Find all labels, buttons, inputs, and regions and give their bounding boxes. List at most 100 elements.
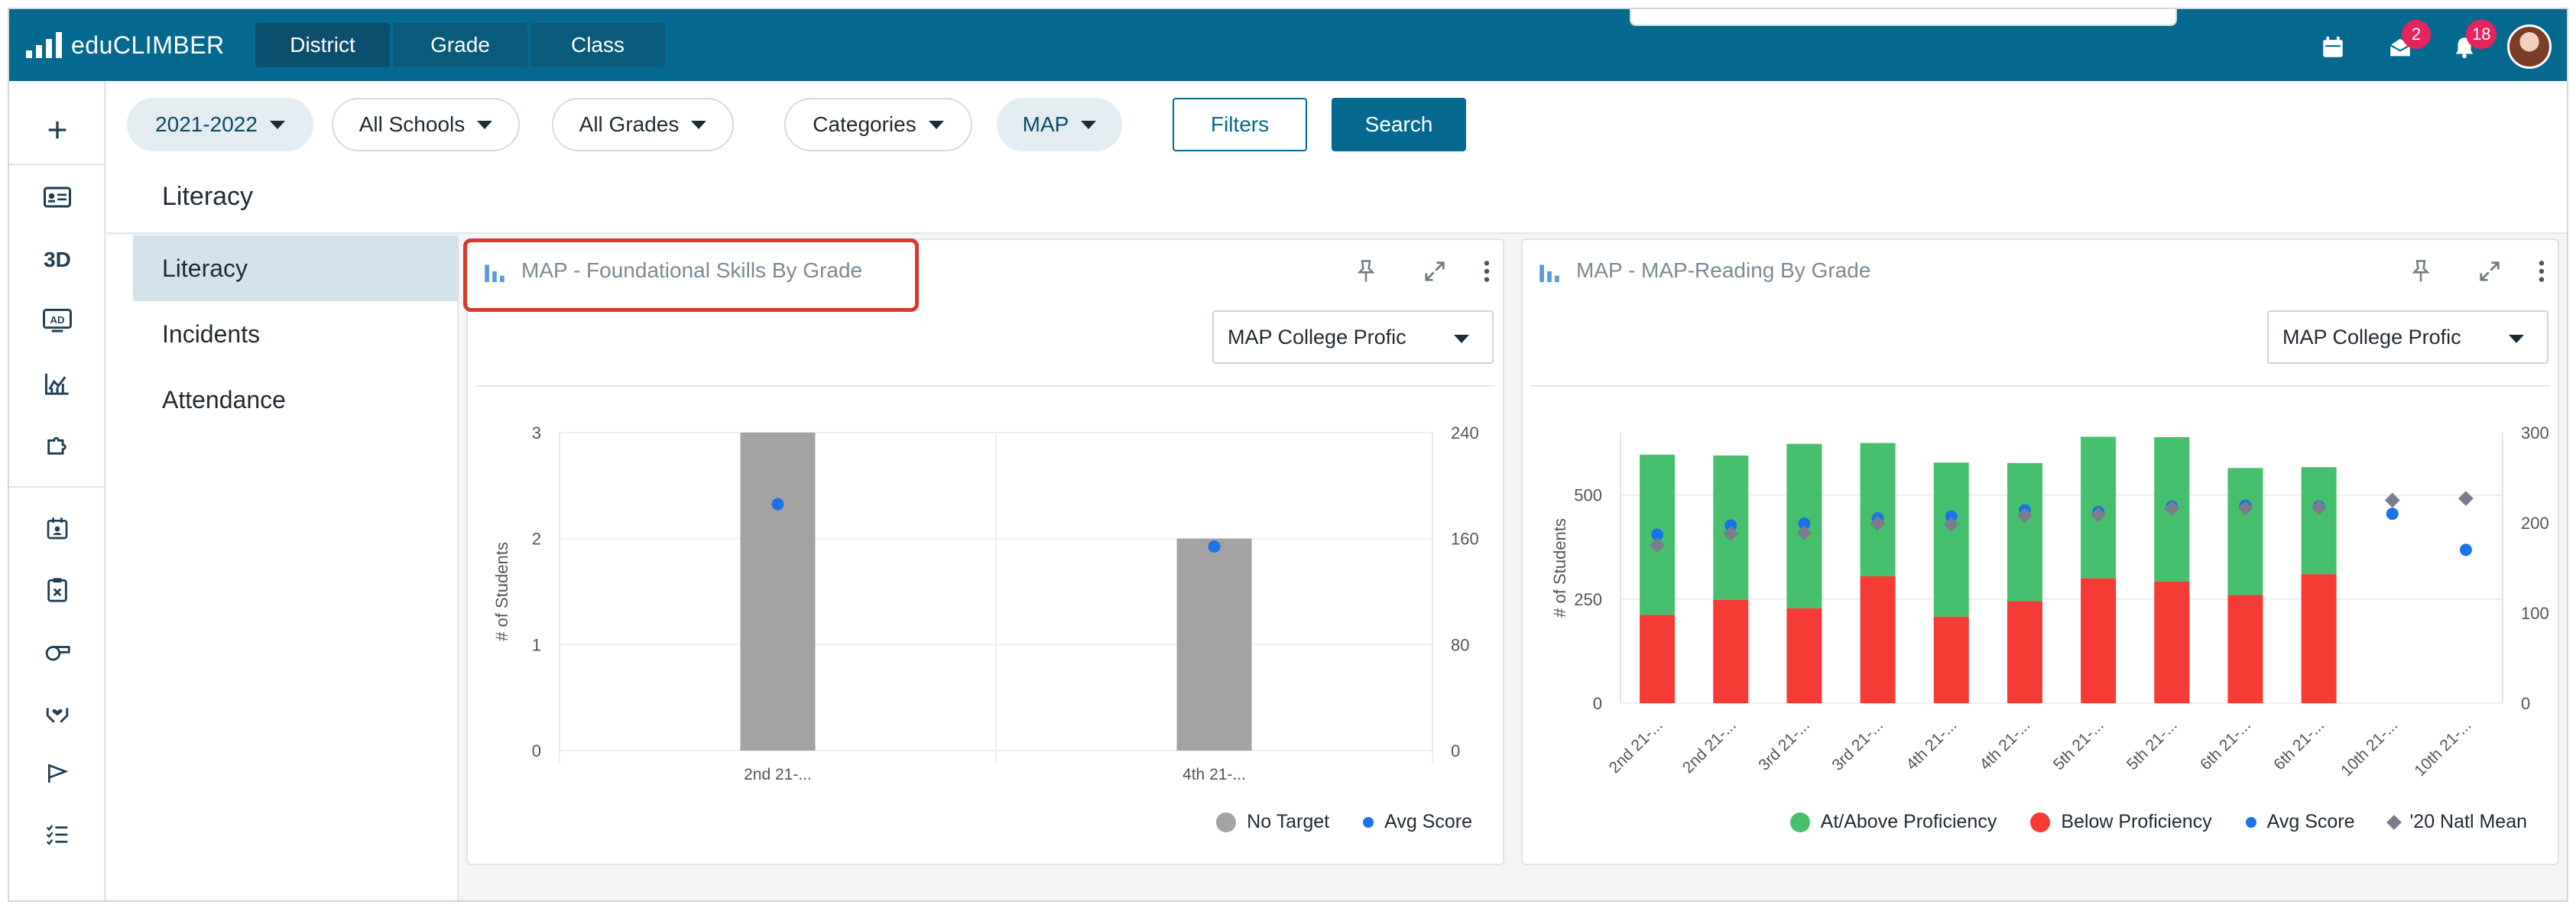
sidebar-item-incidents[interactable]: Incidents [133, 301, 459, 367]
year-select-value: 2021-2022 [155, 112, 258, 136]
level-tabs: District Grade Class [255, 23, 665, 67]
year-select[interactable]: 2021-2022 [127, 98, 313, 151]
flag-icon[interactable] [34, 755, 80, 792]
y-tick-label: 1 [532, 635, 541, 654]
bar [2227, 595, 2263, 703]
left-rail: 3D AD [9, 81, 105, 900]
expand-icon[interactable] [2474, 255, 2506, 287]
legend-swatch [1789, 812, 1810, 832]
y-tick-label: 2 [532, 530, 541, 549]
messages-icon[interactable]: 2 [2385, 20, 2431, 63]
user-avatar[interactable] [2507, 24, 2552, 69]
more-options-icon[interactable] [1471, 255, 1503, 287]
assessment-select[interactable]: MAP [997, 98, 1122, 151]
proficiency-select-value: MAP College Profic [1228, 325, 1406, 349]
x-tick-label: 4th 21-... [1183, 766, 1246, 783]
legend-label: Below Proficiency [2061, 811, 2212, 832]
rail-divider [9, 486, 105, 488]
logo-text: eduCLIMBER [71, 31, 225, 59]
id-card-icon[interactable] [34, 179, 80, 216]
legend-swatch [1216, 812, 1237, 832]
x-tick-label: 10th 21-... [2411, 716, 2474, 780]
filter-bar: 2021-2022 All Schools All Grades Categor… [107, 81, 2567, 153]
legend-item[interactable]: '20 Natl Mean [2386, 811, 2527, 833]
tab-class[interactable]: Class [530, 23, 665, 67]
proficiency-select[interactable]: MAP College Profic [2267, 310, 2548, 364]
x-tick-label: 6th 21-... [2197, 716, 2254, 773]
global-search-input[interactable] [1630, 9, 2177, 26]
x-tick-label: 5th 21-... [2123, 716, 2181, 773]
legend-swatch [2386, 814, 2402, 830]
messages-badge: 2 [2402, 20, 2431, 49]
legend-item[interactable]: Avg Score [2245, 811, 2355, 833]
assessment-select-value: MAP [1022, 112, 1069, 136]
chevron-down-icon [928, 120, 944, 129]
x-tick-label: 3rd 21-... [1828, 716, 1887, 774]
legend-item[interactable]: No Target [1216, 811, 1329, 833]
legend-label: Avg Score [1384, 811, 1472, 832]
whistle-icon[interactable] [34, 633, 80, 670]
bar [1640, 615, 1676, 703]
notifications-badge: 18 [2466, 20, 2497, 49]
chevron-down-icon [1081, 120, 1097, 129]
ad-icon[interactable]: AD [34, 303, 80, 339]
chart-panel-foundational-skills: MAP - Foundational Skills By Grade MAP C… [463, 238, 1504, 865]
y2-tick-label: 100 [2521, 604, 2549, 623]
y2-tick-label: 200 [2521, 514, 2549, 533]
grades-select[interactable]: All Grades [552, 98, 734, 151]
plus-icon[interactable] [34, 112, 80, 148]
avg-score-point [771, 498, 784, 511]
pin-icon[interactable] [2405, 255, 2437, 287]
svg-text:AD: AD [50, 314, 65, 326]
chevron-down-icon [1454, 335, 1469, 343]
bar [1860, 576, 1896, 703]
search-button[interactable]: Search [1332, 98, 1466, 151]
sidebar-item-attendance[interactable]: Attendance [133, 367, 459, 433]
notifications-icon[interactable]: 18 [2449, 20, 2497, 63]
schools-select-value: All Schools [358, 112, 466, 136]
calendar-user-icon[interactable] [34, 511, 80, 547]
tab-district[interactable]: District [255, 23, 390, 67]
filters-button[interactable]: Filters [1173, 98, 1307, 151]
clipboard-icon[interactable] [34, 572, 80, 608]
x-tick-label: 2nd 21-... [1606, 716, 1666, 777]
hands-heart-icon[interactable] [34, 694, 80, 731]
y2-tick-label: 300 [2521, 423, 2549, 443]
y-tick-label: 0 [532, 741, 541, 760]
schools-select[interactable]: All Schools [332, 98, 520, 151]
y-tick-label: 0 [1593, 694, 1602, 713]
legend-item[interactable]: At/Above Proficiency [1789, 811, 1997, 833]
bar-chart-icon [485, 264, 504, 283]
legend-swatch [1363, 816, 1374, 828]
proficiency-select[interactable]: MAP College Profic [1212, 310, 1494, 364]
legend-label: At/Above Proficiency [1820, 811, 1997, 832]
panel-header: MAP - MAP-Reading By Grade [1523, 240, 2558, 298]
legend-item[interactable]: Below Proficiency [2030, 811, 2212, 833]
sidebar-item-literacy[interactable]: Literacy [133, 235, 459, 301]
x-tick-label: 2nd 21-... [744, 766, 812, 783]
more-options-icon[interactable] [2526, 255, 2558, 287]
rail-divider [9, 164, 105, 165]
bar [2301, 574, 2337, 703]
expand-icon[interactable] [1419, 255, 1451, 287]
avg-score-point [1208, 540, 1221, 553]
3d-nav-item[interactable]: 3D [34, 242, 80, 278]
logo-bars-icon [26, 32, 62, 58]
pin-icon[interactable] [1350, 255, 1382, 287]
y-tick-label: 500 [1574, 486, 1602, 505]
checklist-icon[interactable] [34, 816, 80, 853]
legend-swatch [2245, 816, 2256, 828]
calendar-icon[interactable] [2318, 32, 2348, 63]
x-tick-label: 4th 21-... [1977, 716, 2034, 773]
bar [1176, 538, 1252, 751]
legend-item[interactable]: Avg Score [1363, 811, 1472, 833]
bar [2007, 462, 2042, 602]
area-chart-icon[interactable] [34, 365, 80, 402]
x-tick-label: 6th 21-... [2270, 716, 2328, 773]
panel-divider [1530, 385, 2550, 387]
logo[interactable]: eduCLIMBER [26, 28, 225, 63]
categories-select[interactable]: Categories [784, 98, 972, 151]
grades-select-value: All Grades [579, 112, 680, 136]
tab-grade[interactable]: Grade [393, 23, 527, 67]
puzzle-icon[interactable] [34, 426, 80, 463]
